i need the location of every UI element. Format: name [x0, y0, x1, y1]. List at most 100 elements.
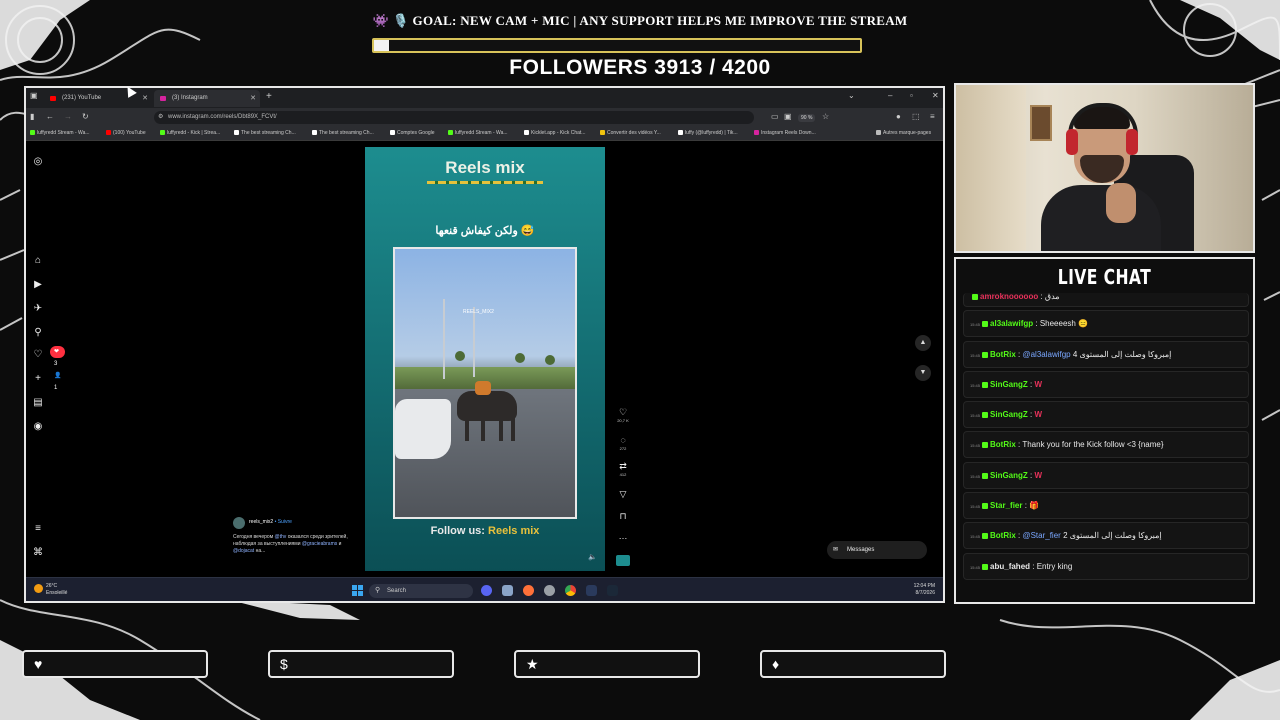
tab-instagram[interactable]: (3) Instagram ✕	[154, 90, 260, 107]
mute-icon[interactable]: 🔈	[588, 553, 597, 561]
chat-mention[interactable]: @al3alawifgp	[1022, 350, 1070, 359]
discord-icon[interactable]	[481, 585, 492, 596]
close-tab-icon[interactable]: ✕	[142, 90, 148, 107]
notifications-heart-icon[interactable]: ♡	[32, 349, 44, 361]
home-icon[interactable]: ⌂	[32, 255, 44, 267]
save-button[interactable]: ⊓	[616, 511, 630, 522]
follow-name: Reels mix	[488, 525, 540, 537]
chat-username[interactable]: amroknoooooo	[980, 293, 1038, 301]
close-tab-icon[interactable]: ✕	[250, 90, 256, 107]
forward-icon[interactable]: →	[64, 112, 72, 121]
chat-username[interactable]: Star_fier	[990, 501, 1022, 510]
create-icon[interactable]: +	[32, 373, 44, 385]
taskbar-search[interactable]: ⚲ Search	[369, 584, 473, 598]
dollar-icon: $	[280, 656, 288, 672]
caption-mention[interactable]: @dojacat	[233, 548, 254, 554]
reload-icon[interactable]: ↻	[82, 112, 89, 121]
site-info-icon[interactable]: ⚙	[158, 111, 163, 124]
firefox-icon[interactable]	[523, 585, 534, 596]
file-explorer-icon[interactable]	[502, 585, 513, 596]
follow-link[interactable]: • Suivre	[275, 519, 292, 525]
star-support-button[interactable]: ★	[514, 650, 700, 678]
avatar[interactable]	[233, 517, 245, 529]
bookmark-star-icon[interactable]: ☆	[822, 112, 829, 121]
chat-username[interactable]: SinGangZ	[990, 410, 1028, 419]
more-options-button[interactable]: …	[616, 531, 630, 542]
app-icon[interactable]	[586, 585, 597, 596]
chat-username[interactable]: SinGangZ	[990, 380, 1028, 389]
bookmark-item[interactable]: The best streaming Ch...	[312, 130, 374, 136]
caption-username[interactable]: reels_mix2	[249, 519, 273, 525]
chat-username[interactable]: al3alawifgp	[990, 319, 1033, 328]
bookmark-item[interactable]: The best streaming Ch...	[234, 130, 296, 136]
tab-search-icon[interactable]: ⌄	[848, 91, 855, 100]
bookmark-item[interactable]: luffyredd Stream - Wa...	[448, 130, 508, 136]
close-window-icon[interactable]: ✕	[932, 91, 939, 100]
url-field[interactable]: ⚙ www.instagram.com/reels/Dbt89X_FCVt/	[154, 111, 754, 124]
dashboard-icon[interactable]: ▤	[32, 397, 44, 409]
next-reel-button[interactable]: ▼	[915, 365, 931, 381]
search-icon[interactable]: ⚲	[32, 327, 44, 339]
more-menu-icon[interactable]: ≡	[32, 523, 44, 535]
chat-username[interactable]: abu_fahed	[990, 562, 1030, 571]
heart-support-button[interactable]: ♥	[22, 650, 208, 678]
bookmark-item[interactable]: Comptes Google	[390, 130, 435, 136]
notification-badge[interactable]: ❤ 3 👤 1	[50, 346, 66, 391]
audio-thumbnail[interactable]	[616, 555, 630, 566]
steam-icon[interactable]	[607, 585, 618, 596]
profile-avatar-icon[interactable]: ◉	[32, 421, 44, 433]
comment-button[interactable]: ◌ 272	[616, 435, 630, 451]
repost-button[interactable]: ⇄ 412	[616, 461, 630, 477]
weather-widget[interactable]: 26°C Ensoleillé	[34, 583, 67, 597]
chat-mention[interactable]: @Star_fier	[1022, 531, 1060, 540]
bookmark-item[interactable]: luffyredd - Kick | Strea...	[160, 130, 220, 136]
messages-label: Messages	[847, 547, 875, 553]
chat-username[interactable]: BotRix	[990, 531, 1016, 540]
zoom-level[interactable]: 90 %	[798, 114, 816, 122]
bookmark-item[interactable]: Instagram Reels Down...	[754, 130, 816, 136]
reel-video[interactable]: Reels mix ولكن كيفاش قنعها 😅 REELS_MIX2	[365, 147, 605, 571]
previous-reel-button[interactable]: ▲	[915, 335, 931, 351]
caption-mention[interactable]: @thv	[275, 534, 287, 540]
minimize-icon[interactable]: –	[888, 91, 892, 100]
tab-label: (231) YouTube	[62, 95, 102, 101]
screenshot-icon[interactable]: ▣	[784, 112, 792, 121]
chat-username[interactable]: SinGangZ	[990, 471, 1028, 480]
goal-progress-bar	[372, 38, 862, 53]
instagram-logo-icon[interactable]: ◎	[32, 156, 44, 168]
share-button[interactable]: ▽	[616, 489, 630, 500]
diamond-support-button[interactable]: ♦	[760, 650, 946, 678]
back-icon[interactable]: ←	[46, 112, 54, 121]
bookmark-item[interactable]: (100) YouTube	[106, 130, 146, 136]
chat-separator: :	[1030, 561, 1037, 571]
explore-icon[interactable]: ✈	[32, 303, 44, 315]
maximize-icon[interactable]: ▫	[910, 91, 913, 100]
settings-icon[interactable]	[544, 585, 555, 596]
windows-start-icon[interactable]	[352, 585, 364, 597]
reels-icon[interactable]: ▶	[32, 279, 44, 291]
new-tab-button[interactable]: +	[266, 91, 272, 102]
meta-apps-icon[interactable]: ⌘	[32, 547, 44, 559]
donate-support-button[interactable]: $	[268, 650, 454, 678]
profile-icon[interactable]: ●	[896, 112, 901, 121]
chrome-icon[interactable]	[565, 585, 576, 596]
extensions-icon[interactable]: ⬚	[912, 112, 920, 121]
chat-username[interactable]: BotRix	[990, 440, 1016, 449]
caption-mention[interactable]: @gracieabrams	[302, 541, 337, 547]
system-clock[interactable]: 12:04 PM 8/7/2026	[914, 583, 935, 597]
bookmark-item[interactable]: luffy (@luffyredd) | Tik...	[678, 130, 738, 136]
search-icon: ⚲	[375, 587, 381, 594]
bookmark-item[interactable]: luffyredd Stream - Wa...	[30, 130, 90, 136]
like-button[interactable]: ♡ 20,7 K	[616, 407, 630, 423]
kick-badge-icon	[982, 503, 989, 510]
messages-button[interactable]: ✉ Messages	[827, 541, 927, 559]
bookmark-item[interactable]: Kicklet.app - Kick Chat...	[524, 130, 585, 136]
other-bookmarks[interactable]: Autres marque-pages	[876, 130, 931, 136]
tab-list-icon[interactable]: ▣	[30, 91, 38, 100]
menu-icon[interactable]: ≡	[930, 112, 935, 121]
cast-icon[interactable]: ▭	[771, 112, 779, 121]
sidebar-toggle-icon[interactable]: ▮	[30, 112, 34, 121]
chat-username[interactable]: BotRix	[990, 350, 1016, 359]
bookmark-item[interactable]: Convertir des vidéos Y...	[600, 130, 661, 136]
chat-message-list[interactable]: amroknoooooo : مدق 15:45 al3alawifgp : She…	[963, 293, 1249, 580]
